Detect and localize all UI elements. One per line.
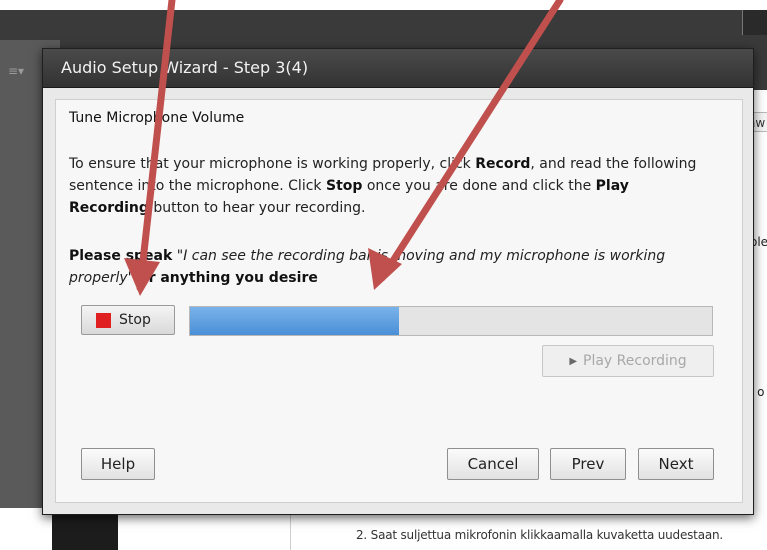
next-button[interactable]: Next bbox=[638, 448, 714, 480]
audio-setup-wizard-dialog: Audio Setup Wizard - Step 3(4) Tune Micr… bbox=[42, 48, 754, 515]
dialog-titlebar[interactable]: Audio Setup Wizard - Step 3(4) bbox=[43, 49, 753, 88]
recording-level-meter bbox=[189, 306, 713, 336]
play-icon: ▶ bbox=[569, 355, 578, 367]
stop-button-label: Stop bbox=[119, 312, 151, 328]
section-heading: Tune Microphone Volume bbox=[69, 110, 245, 126]
background-instruction-text: 2. Saat suljettua mikrofonin klikkaamall… bbox=[356, 528, 724, 542]
prev-button[interactable]: Prev bbox=[550, 448, 626, 480]
stop-button[interactable]: Stop bbox=[81, 305, 175, 335]
background-top bbox=[0, 0, 767, 10]
speak-prompt: Please speak "I can see the recording ba… bbox=[69, 248, 666, 286]
help-button[interactable]: Help bbox=[81, 448, 155, 480]
dialog-title: Audio Setup Wizard - Step 3(4) bbox=[61, 58, 309, 77]
list-menu-icon: ≡▾ bbox=[8, 64, 25, 78]
cancel-button[interactable]: Cancel bbox=[447, 448, 539, 480]
stop-icon bbox=[96, 312, 111, 328]
play-recording-button[interactable]: ▶ Play Recording bbox=[542, 345, 714, 377]
background-right-header bbox=[742, 10, 767, 35]
recording-level-fill bbox=[190, 307, 399, 335]
instructions-text: To ensure that your microphone is workin… bbox=[69, 156, 697, 216]
play-recording-label: Play Recording bbox=[583, 353, 687, 369]
